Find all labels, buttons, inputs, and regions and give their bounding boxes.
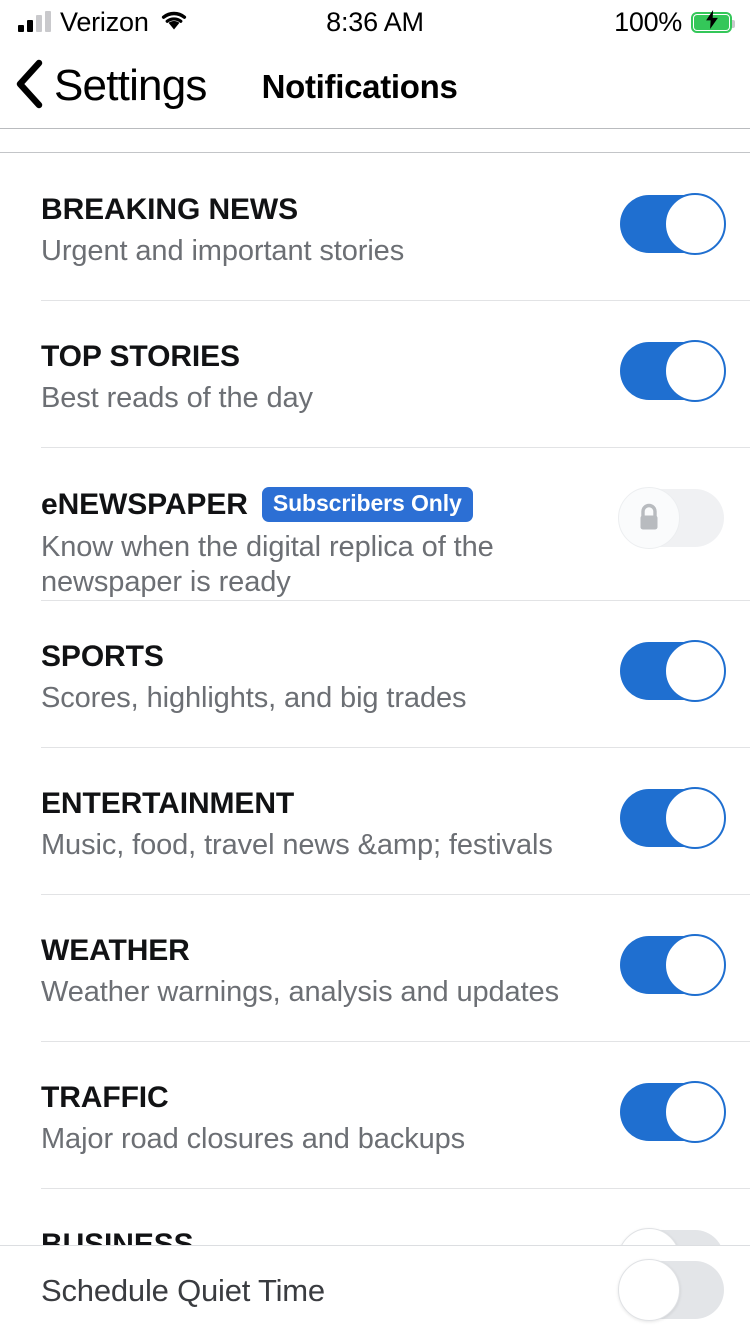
row-text: BREAKING NEWS Urgent and important storie… <box>41 153 620 269</box>
row-title: SPORTS <box>41 639 164 673</box>
status-bar-left: Verizon <box>18 6 326 37</box>
toggle-knob <box>664 193 726 255</box>
row-title: ENTERTAINMENT <box>41 786 295 820</box>
schedule-quiet-time-bar[interactable]: Schedule Quiet Time <box>0 1245 750 1334</box>
row-subtitle: Best reads of the day <box>41 382 313 414</box>
row-subtitle: Scores, highlights, and big trades <box>41 681 467 714</box>
chevron-left-icon <box>14 59 44 114</box>
table-row[interactable]: ENTERTAINMENT Music, food, travel news &a… <box>0 746 750 894</box>
table-row[interactable]: SPORTS Scores, highlights, and big trades <box>0 599 750 747</box>
row-title: eNEWSPAPER <box>41 488 248 522</box>
schedule-quiet-time-toggle[interactable] <box>618 1259 724 1321</box>
battery-percent-label: 100% <box>614 6 683 37</box>
header-divider-top <box>0 128 750 129</box>
status-bar-right: 100% <box>424 6 736 37</box>
status-bar-center: 8:36 AM <box>326 6 424 37</box>
row-subtitle: Know when the digital replica of the new… <box>41 531 494 599</box>
row-toggle[interactable] <box>620 340 726 402</box>
carrier-label: Verizon <box>60 6 149 37</box>
row-subtitle: Urgent and important stories <box>41 235 405 267</box>
toggle-knob <box>664 340 726 402</box>
table-row[interactable]: BREAKING NEWS Urgent and important storie… <box>0 153 750 300</box>
toggle-knob <box>664 639 726 702</box>
row-title-line: SPORTS <box>41 640 620 673</box>
lock-icon <box>640 503 658 530</box>
row-title-line: ENTERTAINMENT <box>41 787 620 820</box>
table-row[interactable]: TOP STORIES Best reads of the day <box>0 300 750 447</box>
table-row[interactable]: eNEWSPAPER Subscribers Only Know when the … <box>0 447 750 600</box>
status-bar: Verizon 8:36 AM 100% <box>0 0 750 44</box>
status-badge: Subscribers Only <box>261 487 473 523</box>
toggle-knob <box>618 487 680 549</box>
toggle-knob <box>618 1259 680 1321</box>
table-row[interactable]: WEATHER Weather warnings, analysis and up… <box>0 893 750 1041</box>
table-row[interactable]: TRAFFIC Major road closures and backups <box>0 1040 750 1188</box>
row-title-line: eNEWSPAPER Subscribers Only <box>41 487 620 523</box>
row-text: eNEWSPAPER Subscribers Only Know when the … <box>41 447 620 600</box>
row-title: TRAFFIC <box>41 1080 169 1114</box>
row-text: SPORTS Scores, highlights, and big trades <box>41 600 620 716</box>
toggle-knob <box>664 933 726 996</box>
row-toggle[interactable] <box>620 1080 726 1143</box>
back-button[interactable]: Settings <box>14 59 207 114</box>
toggle-knob <box>664 1080 726 1143</box>
clock-label: 8:36 AM <box>326 6 424 37</box>
row-title-line: BREAKING NEWS <box>41 193 620 226</box>
row-title: BREAKING NEWS <box>41 193 299 226</box>
signal-bars-icon <box>18 11 51 32</box>
row-title-line: TRAFFIC <box>41 1081 620 1114</box>
battery-charging-icon <box>691 10 736 33</box>
schedule-quiet-time-label: Schedule Quiet Time <box>41 1272 325 1308</box>
row-title-line: WEATHER <box>41 934 620 967</box>
row-subtitle: Major road closures and backups <box>41 1122 466 1155</box>
row-text: ENTERTAINMENT Music, food, travel news &a… <box>41 747 620 863</box>
row-subtitle: Music, food, travel news &amp; festivals <box>41 828 553 861</box>
row-subtitle: Weather warnings, analysis and updates <box>41 975 559 1008</box>
navigation-bar: Settings Notifications <box>0 44 750 128</box>
row-text: WEATHER Weather warnings, analysis and up… <box>41 894 620 1010</box>
row-toggle[interactable] <box>620 639 726 702</box>
row-title-line: TOP STORIES <box>41 340 620 373</box>
row-toggle <box>618 487 724 549</box>
row-title: WEATHER <box>41 933 190 967</box>
page-title: Notifications <box>261 67 458 105</box>
row-toggle[interactable] <box>620 933 726 996</box>
row-toggle[interactable] <box>620 193 726 255</box>
row-title: TOP STORIES <box>41 340 240 373</box>
toggle-knob <box>664 786 726 849</box>
row-toggle[interactable] <box>620 786 726 849</box>
notification-settings-list: BREAKING NEWS Urgent and important storie… <box>0 153 750 1334</box>
back-button-label: Settings <box>54 61 207 110</box>
row-text: TOP STORIES Best reads of the day <box>41 300 620 416</box>
wifi-icon <box>159 9 189 36</box>
row-text: TRAFFIC Major road closures and backups <box>41 1041 620 1157</box>
